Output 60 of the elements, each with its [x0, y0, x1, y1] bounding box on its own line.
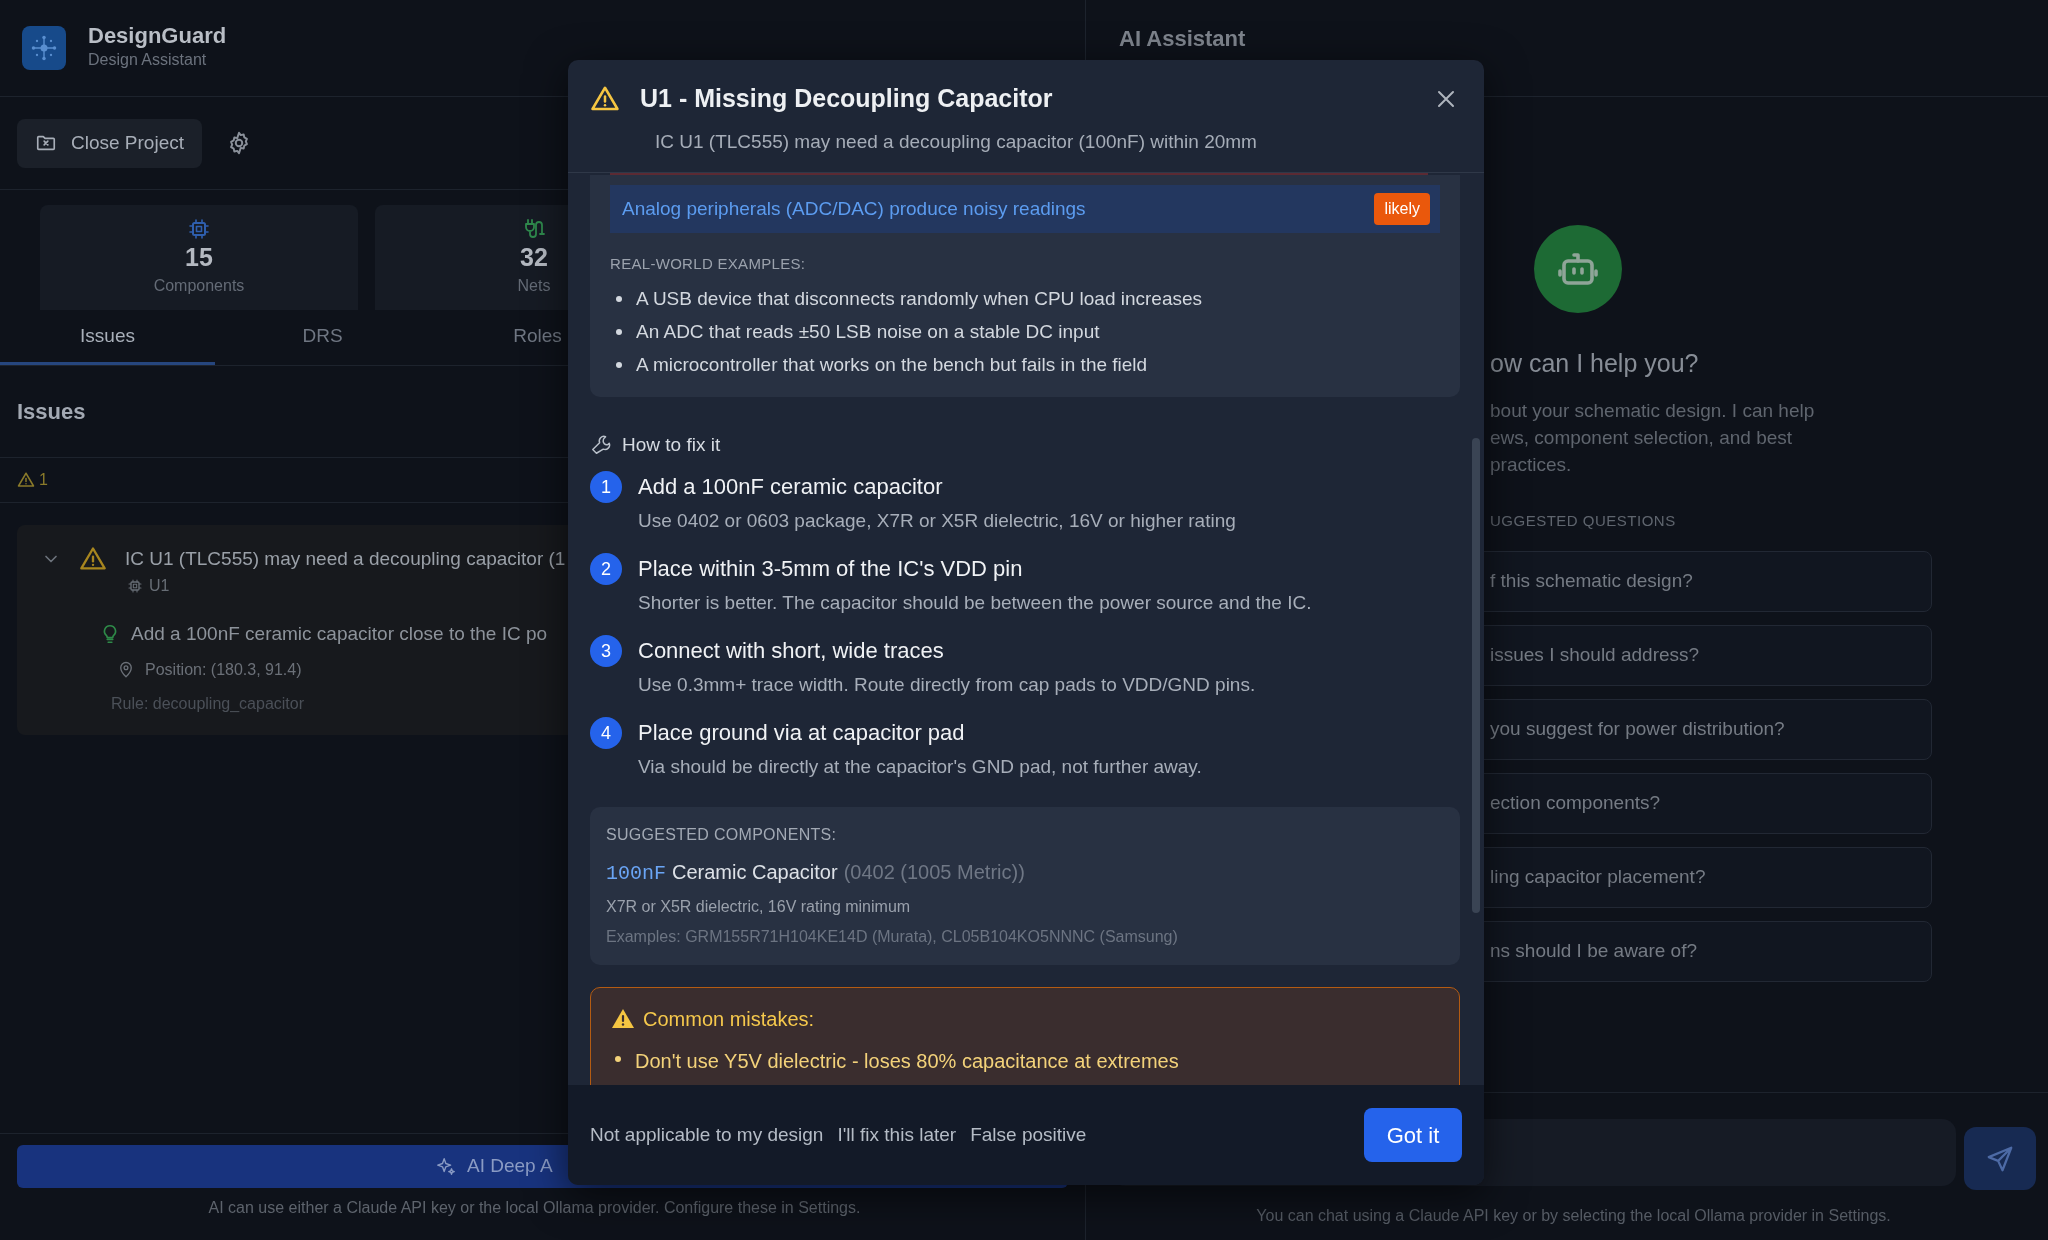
stat-value: 15 [185, 242, 213, 273]
dialog-title: U1 - Missing Decoupling Capacitor [640, 83, 1053, 114]
warning-icon [611, 1007, 635, 1031]
stat-label: Nets [517, 275, 551, 296]
component-value: 100nF [606, 861, 666, 887]
step-detail: Via should be directly at the capacitor's GND pad, not further away. [638, 755, 1202, 779]
example-item: A USB device that disconnects randomly when CPU load increases [636, 286, 1203, 311]
component-name: Ceramic Capacitor [672, 860, 838, 885]
warning-icon [17, 471, 35, 489]
section-label: REAL-WORLD EXAMPLES: [610, 254, 807, 274]
example-item: An ADC that reads ±50 LSB noise on a stable DC input [636, 319, 1100, 344]
step-title: Place within 3-5mm of the IC's VDD pin [638, 555, 1024, 583]
questions-label: UGGESTED QUESTIONS [1490, 510, 1677, 531]
step-title: Connect with short, wide traces [638, 637, 945, 665]
mistake-item: Don't use Y5V dielectric - loses 80% capacitance at extremes [635, 1049, 1179, 1074]
dialog-subtitle: IC U1 (TLC555) may need a decoupling capacitor (100nF) within 20mm [655, 129, 1258, 154]
chip-icon [127, 577, 143, 594]
component-examples: Examples: GRM155R71H104KE14D (Murata), CL05B104KO5NNNC (Samsung) [606, 927, 1179, 947]
step-number: 4 [590, 717, 622, 749]
tab[interactable]: DRS [215, 310, 430, 365]
component-spec: X7R or X5R dielectric, 16V rating minimum [606, 897, 912, 917]
likelihood-tag: likely [1374, 193, 1430, 225]
step-number: 3 [590, 635, 622, 667]
stat-value: 32 [520, 242, 548, 273]
bullet-icon [616, 328, 622, 335]
position-text: Position: (180.3, 91.4) [145, 660, 302, 680]
app-name: DesignGuard [88, 23, 227, 49]
step-number: 2 [590, 553, 622, 585]
issue-title: IC U1 (TLC555) may need a decoupling capacitor (1 [125, 547, 566, 571]
plug-icon [522, 217, 546, 241]
tab[interactable]: Issues [0, 310, 215, 365]
close-project-button[interactable]: Close Project [17, 118, 202, 168]
bullet-icon [616, 361, 622, 368]
warning-heading: Common mistakes: [643, 1007, 815, 1032]
app-subtitle: Design Assistant [88, 50, 208, 71]
help-note: You can chat using a Claude API key or by selecting the local Ollama provider in Settings. [1255, 1206, 1892, 1226]
bullet-icon [616, 295, 622, 302]
bullet-icon [615, 1056, 621, 1062]
step-number: 1 [590, 471, 622, 503]
network-icon [30, 34, 58, 62]
warning-count: 1 [39, 470, 48, 490]
rule-text: Rule: decoupling_capacitor [111, 694, 305, 714]
help-note: AI can use either a Claude API key or the local Ollama provider. Configure these in Settings. [207, 1198, 862, 1218]
location-pin-icon [117, 661, 135, 679]
sparkle-icon [435, 1155, 457, 1178]
chip-icon [187, 217, 211, 241]
symptom-text: Analog peripherals (ADC/DAC) produce noisy readings [622, 196, 1086, 221]
section-heading: How to fix it [622, 432, 721, 457]
intro-text: bout your schematic design. I can help ews, component selection, and best practices. [1490, 398, 1816, 477]
got-it-button[interactable]: Got it [1364, 1108, 1462, 1162]
stat-label: Components [153, 275, 245, 296]
scrollbar[interactable] [1472, 438, 1480, 913]
wrench-icon [590, 433, 612, 456]
suggestion-text: Add a 100nF ceramic capacitor close to the IC po [131, 621, 548, 646]
step-title: Add a 100nF ceramic capacitor [638, 473, 944, 501]
welcome-heading: ow can I help you? [1490, 348, 1700, 379]
send-button[interactable] [1964, 1127, 2036, 1190]
section-label: SUGGESTED COMPONENTS: [606, 825, 838, 845]
component-package: (0402 (1005 Metric)) [843, 860, 1025, 885]
component-ref: U1 [149, 575, 170, 596]
